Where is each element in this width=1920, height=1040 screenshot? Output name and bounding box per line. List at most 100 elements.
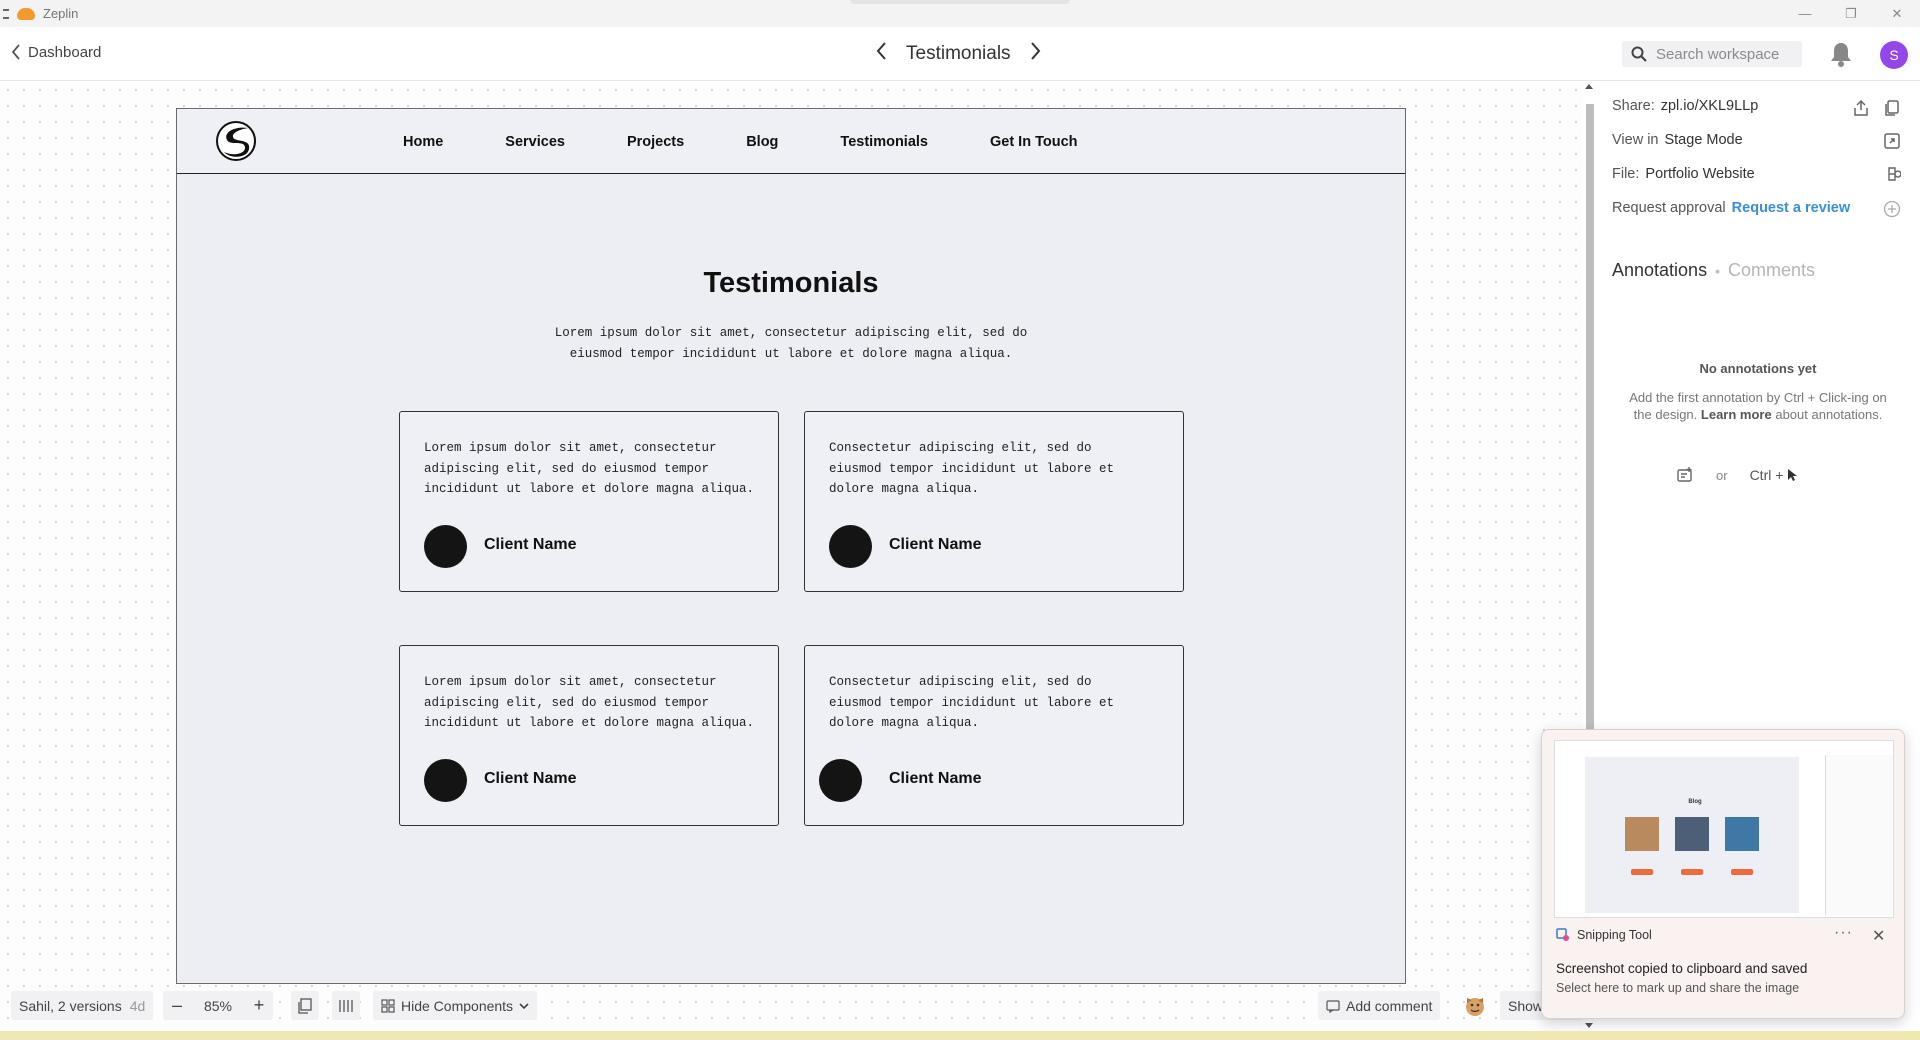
bell-icon[interactable] <box>1828 40 1854 68</box>
testimonial-text-line: eiusmod tempor incididunt ut labore et <box>829 695 1115 710</box>
design-navbar: Home Services Projects Blog Testimonials… <box>177 109 1405 174</box>
bottom-toolbar: Sahil, 2 versions 4d – 85% + Hide Compon… <box>0 988 1583 1024</box>
plus-circle-icon[interactable] <box>1883 200 1901 218</box>
expand-icon[interactable] <box>1883 132 1901 150</box>
back-to-dashboard-button[interactable]: Dashboard <box>10 43 101 61</box>
sidebar-tabs: Annotations • Comments <box>1612 260 1815 281</box>
share-link[interactable]: zpl.io/XKL9LLp <box>1661 98 1759 114</box>
design-nav-menu: Home Services Projects Blog Testimonials… <box>403 109 1078 174</box>
preview-image <box>1675 817 1709 851</box>
snipping-tool-icon <box>1556 928 1569 941</box>
client-avatar <box>424 525 467 568</box>
tab-separator: • <box>1715 262 1720 279</box>
request-review-link[interactable]: Request a review <box>1732 200 1850 216</box>
app-header: Dashboard Testimonials S <box>0 27 1920 81</box>
scroll-down-icon[interactable] <box>1585 1023 1593 1028</box>
empty-state-title: No annotations yet <box>1699 361 1817 376</box>
pages-button[interactable] <box>291 991 319 1020</box>
toast-title: Screenshot copied to clipboard and saved <box>1556 961 1808 976</box>
add-comment-button[interactable]: Add comment <box>1318 991 1441 1020</box>
client-name: Client Name <box>889 536 982 553</box>
snipping-tool-notification[interactable]: Blog Snipping Tool ··· ✕ Screenshot copi… <box>1541 729 1905 1019</box>
app-name: Zeplin <box>43 6 79 21</box>
stage-mode-link[interactable]: Stage Mode <box>1664 132 1742 148</box>
drag-handle[interactable] <box>850 0 1070 4</box>
client-avatar <box>819 759 862 802</box>
testimonial-text: Lorem ipsum dolor sit amet, consectetur … <box>424 672 764 734</box>
preview-button <box>1631 869 1653 875</box>
testimonial-text-line: eiusmod tempor incididunt ut labore et <box>829 461 1115 476</box>
minimize-icon[interactable]: — <box>1782 0 1828 27</box>
window-controls: — ❐ ✕ <box>1782 0 1920 27</box>
tab-comments[interactable]: Comments <box>1728 260 1815 281</box>
scroll-up-icon[interactable] <box>1585 84 1593 89</box>
user-avatar[interactable]: S <box>1880 41 1908 69</box>
share-row: Share: zpl.io/XKL9LLp <box>1612 98 1758 114</box>
emoji-button[interactable] <box>1460 991 1490 1020</box>
chevron-left-icon <box>11 44 20 60</box>
testimonial-text-line: dolore magna aliqua. <box>829 482 980 496</box>
preview-image <box>1725 817 1759 851</box>
screenshot-preview[interactable]: Blog <box>1554 740 1894 918</box>
close-window-icon[interactable]: ✕ <box>1874 0 1920 27</box>
testimonial-text-line: Consectetur adipiscing elit, sed do <box>829 441 1092 455</box>
subtitle-line: eiusmod tempor incididunt ut labore et d… <box>569 346 1013 361</box>
testimonial-card: Lorem ipsum dolor sit amet, consectetur … <box>399 645 779 826</box>
testimonial-text-line: adipiscing elit, sed do eiusmod tempor <box>424 461 710 476</box>
design-nav-home: Home <box>403 133 444 150</box>
preview-sidebar <box>1825 755 1893 915</box>
grid-icon <box>339 999 353 1012</box>
artboard-testimonials[interactable]: Home Services Projects Blog Testimonials… <box>176 108 1406 984</box>
search-box[interactable] <box>1622 41 1802 67</box>
file-name[interactable]: Portfolio Website <box>1645 166 1754 182</box>
hint-or: or <box>1716 467 1728 483</box>
tab-annotations[interactable]: Annotations <box>1612 260 1707 281</box>
design-page-subtitle: Lorem ipsum dolor sit amet, consectetur … <box>177 323 1405 364</box>
zoom-in-button[interactable]: + <box>245 991 273 1020</box>
toast-subtitle: Select here to mark up and share the ima… <box>1556 981 1800 995</box>
design-canvas[interactable]: Home Services Projects Blog Testimonials… <box>0 82 1583 1031</box>
client-avatar <box>829 525 872 568</box>
layout-grid-button[interactable] <box>332 991 360 1020</box>
zoom-out-button[interactable]: – <box>163 991 191 1020</box>
learn-more-link[interactable]: Learn more <box>1701 407 1772 422</box>
design-nav-projects: Projects <box>626 133 685 150</box>
zoom-level[interactable]: 85% <box>191 998 245 1014</box>
hide-components-button[interactable]: Hide Components <box>373 991 538 1020</box>
menu-icon[interactable] <box>3 8 9 19</box>
hint-shortcut: Ctrl + <box>1749 467 1784 483</box>
testimonial-text: Lorem ipsum dolor sit amet, consectetur … <box>424 438 764 500</box>
brand-logo-icon <box>216 121 256 161</box>
comment-icon <box>1326 999 1340 1013</box>
preview-heading: Blog <box>1688 799 1702 805</box>
design-nav-get-in-touch: Get In Touch <box>989 133 1078 150</box>
view-in-row: View in Stage Mode <box>1612 132 1743 148</box>
file-label: File: <box>1612 166 1640 182</box>
versions-button[interactable]: Sahil, 2 versions 4d <box>11 991 154 1020</box>
file-icon[interactable] <box>1883 166 1901 184</box>
previous-screen-button[interactable] <box>874 40 888 67</box>
design-page-title: Testimonials <box>703 267 879 299</box>
annotation-icon[interactable] <box>1676 466 1694 484</box>
chevron-left-icon <box>876 42 886 60</box>
search-input[interactable] <box>1656 45 1796 63</box>
scrollbar-thumb[interactable] <box>1586 104 1594 809</box>
view-label: View in <box>1612 132 1659 148</box>
next-screen-button[interactable] <box>1029 40 1043 67</box>
testimonial-text-line: Lorem ipsum dolor sit amet, consectetur <box>424 441 717 455</box>
testimonial-text-line: incididunt ut labore et dolore magna ali… <box>424 482 755 496</box>
versions-age: 4d <box>129 997 146 1014</box>
copy-icon[interactable] <box>1883 99 1901 117</box>
close-icon[interactable]: ✕ <box>1872 926 1885 946</box>
client-name: Client Name <box>889 770 982 787</box>
preview-canvas: Blog <box>1585 757 1799 913</box>
file-row: File: Portfolio Website <box>1612 166 1755 182</box>
zoom-control: – 85% + <box>163 991 273 1020</box>
toast-more-button[interactable]: ··· <box>1834 924 1853 942</box>
design-nav-services: Services <box>505 133 565 150</box>
export-icon[interactable] <box>1852 99 1870 117</box>
restore-icon[interactable]: ❐ <box>1828 0 1874 27</box>
back-label: Dashboard <box>28 43 102 61</box>
toast-app-name: Snipping Tool <box>1577 928 1652 942</box>
testimonial-text: Consectetur adipiscing elit, sed do eius… <box>829 672 1169 734</box>
